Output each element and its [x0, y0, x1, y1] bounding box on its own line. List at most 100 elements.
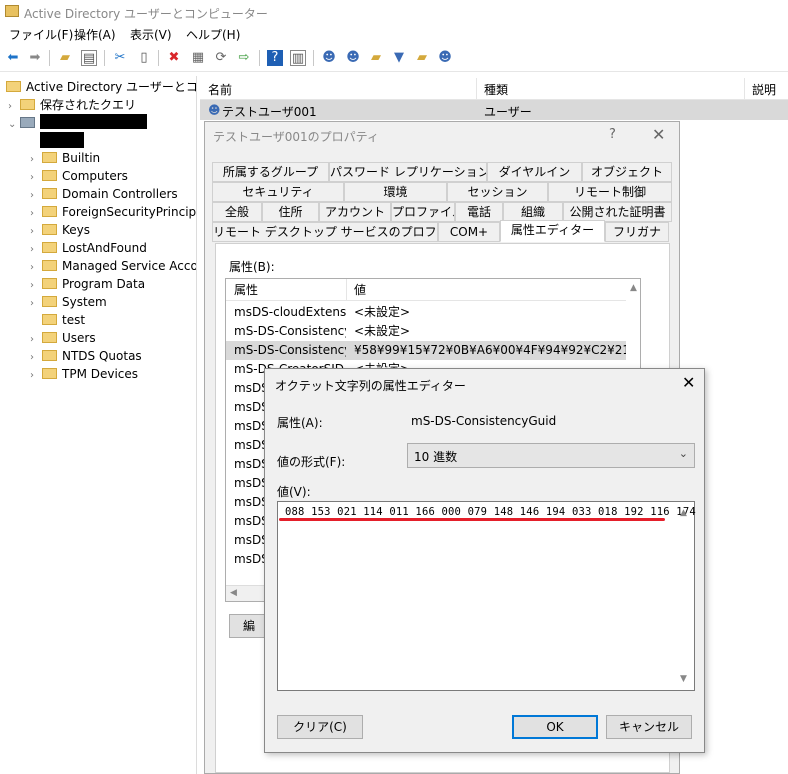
column-description[interactable]: 説明 — [752, 81, 776, 98]
column-name[interactable]: 名前 — [208, 81, 232, 98]
value-label: 値(V): — [277, 485, 311, 499]
find-icon[interactable]: ▰ — [414, 50, 430, 66]
new-user-icon[interactable]: ☻ — [321, 50, 337, 66]
help-button[interactable]: ? — [609, 127, 616, 142]
help-icon[interactable]: ? — [267, 50, 283, 66]
attribute-row[interactable]: mS-DS-Consistency...<未設定> — [226, 322, 626, 341]
column-separator[interactable] — [476, 78, 477, 100]
tab-rds-profile[interactable]: リモート デスクトップ サービスのプロファイル — [212, 222, 438, 242]
tree-root[interactable]: Active Directory ユーザーとコンピュー — [6, 78, 196, 96]
delete-icon[interactable]: ✖ — [166, 50, 182, 66]
cut-icon[interactable]: ✂ — [112, 50, 128, 66]
format-select[interactable]: 10 進数 ⌄ — [407, 443, 695, 468]
tab-session[interactable]: セッション — [447, 182, 548, 202]
clear-button[interactable]: クリア(C) — [277, 715, 363, 739]
tab-published-certificates[interactable]: 公開された証明書 — [563, 202, 672, 222]
attribute-list-header: 属性 値 — [226, 279, 626, 301]
tree-item-builtin[interactable]: › Builtin — [30, 149, 100, 167]
tree-item-domain[interactable]: ⌄ — [8, 114, 40, 132]
column-separator[interactable] — [346, 279, 347, 301]
list-header: 名前 種類 説明 — [200, 78, 788, 100]
filter-icon[interactable]: ▼ — [391, 50, 407, 66]
edit-button[interactable]: 編 — [229, 614, 269, 638]
refresh-icon[interactable]: ⟳ — [213, 50, 229, 66]
ou-icon — [42, 314, 57, 325]
tab-remote-control[interactable]: リモート制御 — [548, 182, 672, 202]
toolbar-separator — [158, 50, 159, 66]
attribute-label: 属性(A): — [277, 416, 323, 430]
tree-item-saved-queries[interactable]: › 保存されたクエリ — [8, 96, 136, 114]
scroll-down-icon[interactable]: ▼ — [680, 674, 687, 684]
tab-environment[interactable]: 環境 — [344, 182, 447, 202]
chevron-down-icon[interactable]: ⌄ — [8, 116, 20, 134]
back-icon[interactable]: ⬅ — [5, 50, 21, 66]
tree-item-program-data[interactable]: › Program Data — [30, 275, 145, 293]
tab-account[interactable]: アカウント — [319, 202, 391, 222]
ad-root-icon — [6, 81, 21, 92]
close-icon[interactable]: ✕ — [652, 125, 665, 144]
tree-item-computers[interactable]: › Computers — [30, 167, 128, 185]
scroll-left-icon[interactable]: ◀ — [230, 588, 237, 598]
clipboard-icon[interactable]: ▯ — [136, 50, 152, 66]
toolbar-separator — [313, 50, 314, 66]
ok-button[interactable]: OK — [512, 715, 598, 739]
tree-item-ntds-quotas[interactable]: › NTDS Quotas — [30, 347, 142, 365]
tab-profile[interactable]: プロファイル — [391, 202, 455, 222]
tree-item-tpm-devices[interactable]: › TPM Devices — [30, 365, 138, 383]
tab-password-replication[interactable]: パスワード レプリケーション — [329, 162, 487, 182]
redacted-domain — [40, 132, 84, 148]
chevron-right-icon[interactable]: › — [30, 367, 42, 385]
tab-object[interactable]: オブジェクト — [582, 162, 672, 182]
new-group-icon[interactable]: ☻ — [345, 50, 361, 66]
tab-general[interactable]: 全般 — [212, 202, 262, 222]
list-row-selected[interactable]: ☻ テストユーザ001 ユーザー — [200, 100, 788, 120]
tab-address[interactable]: 住所 — [262, 202, 319, 222]
tab-com-plus[interactable]: COM+ — [438, 222, 500, 242]
tree-item-lost-and-found[interactable]: › LostAndFound — [30, 239, 147, 257]
tree-item-domain-controllers[interactable]: › Domain Controllers — [30, 185, 178, 203]
tree-item-users[interactable]: › Users — [30, 329, 96, 347]
properties-icon[interactable]: ▦ — [190, 50, 206, 66]
show-tree-icon[interactable]: ▤ — [81, 50, 97, 66]
tab-member-of[interactable]: 所属するグループ — [212, 162, 329, 182]
folder-up-icon[interactable]: ▰ — [57, 50, 73, 66]
tab-telephones[interactable]: 電話 — [455, 202, 503, 222]
tab-attribute-editor[interactable]: 属性エディター — [500, 220, 605, 242]
menu-help[interactable]: ヘルプ(H) — [186, 26, 240, 43]
tree-item-system[interactable]: › System — [30, 293, 107, 311]
value-textarea[interactable]: 088 153 021 114 011 166 000 079 148 146 … — [277, 501, 696, 691]
folder-icon — [42, 206, 57, 217]
export-icon[interactable]: ⇨ — [236, 50, 252, 66]
tab-dial-in[interactable]: ダイヤルイン — [487, 162, 582, 182]
attribute-row-selected[interactable]: mS-DS-Consistency...¥58¥99¥15¥72¥0B¥A6¥0… — [226, 341, 626, 360]
tab-furigana[interactable]: フリガナ — [605, 222, 669, 242]
octet-string-editor-dialog: オクテット文字列の属性エディター ✕ 属性(A): mS-DS-Consiste… — [264, 368, 705, 753]
tree-item-keys[interactable]: › Keys — [30, 221, 90, 239]
tab-organization[interactable]: 組織 — [503, 202, 563, 222]
attribute-row[interactable]: msDS-cloudExtensi...<未設定> — [226, 303, 626, 322]
tree-item-foreign-security-principals[interactable]: ›ForeignSecurityPrincipals — [30, 203, 196, 221]
octet-dialog-title: オクテット文字列の属性エディター — [275, 379, 466, 393]
menu-action[interactable]: 操作(A) — [74, 26, 116, 43]
column-type[interactable]: 種類 — [484, 81, 508, 98]
chevron-down-icon[interactable]: ⌄ — [679, 447, 688, 460]
menu-file[interactable]: ファイル(F) — [9, 26, 73, 43]
scroll-up-icon[interactable]: ▲ — [630, 283, 637, 293]
column-attribute[interactable]: 属性 — [234, 281, 258, 298]
new-ou-icon[interactable]: ▰ — [368, 50, 384, 66]
cancel-button[interactable]: キャンセル — [606, 715, 692, 739]
menu-view[interactable]: 表示(V) — [130, 26, 172, 43]
column-separator[interactable] — [744, 78, 745, 100]
show-pane-icon[interactable]: ▥ — [290, 50, 306, 66]
column-value[interactable]: 値 — [354, 281, 366, 298]
add-to-group-icon[interactable]: ☻ — [437, 50, 453, 66]
tree-item-test[interactable]: test — [30, 311, 85, 329]
close-icon[interactable]: ✕ — [682, 373, 695, 392]
folder-icon — [42, 170, 57, 181]
toolbar-separator — [259, 50, 260, 66]
folder-icon — [42, 296, 57, 307]
forward-icon[interactable]: ➡ — [27, 50, 43, 66]
tree-item-managed-service-accounts[interactable]: ›Managed Service Accounts — [30, 257, 196, 275]
tab-security[interactable]: セキュリティ — [212, 182, 344, 202]
scroll-up-icon[interactable]: ▲ — [680, 508, 687, 518]
